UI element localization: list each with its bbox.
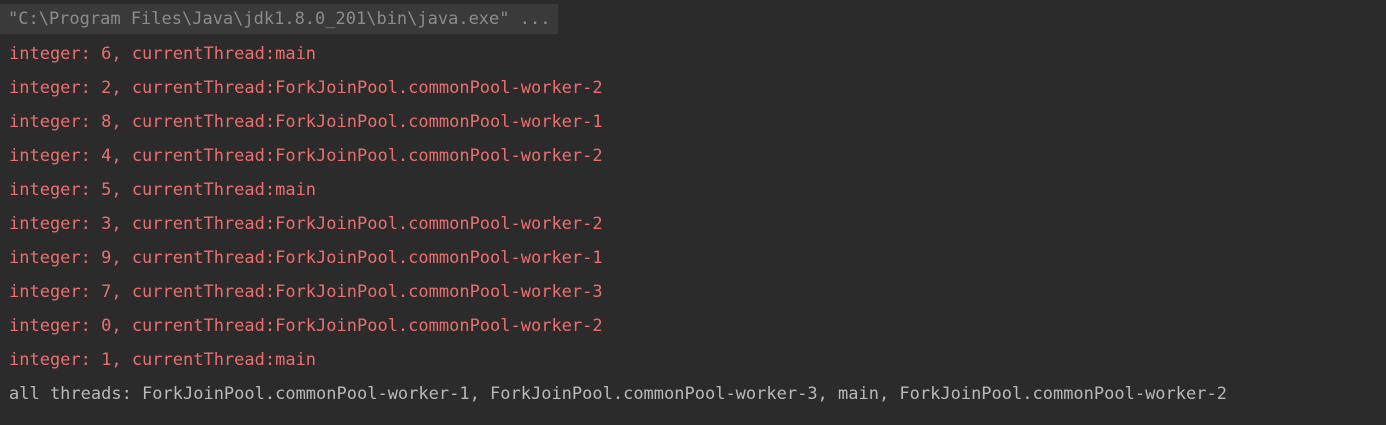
run-command-line[interactable]: "C:\Program Files\Java\jdk1.8.0_201\bin\… xyxy=(0,4,559,34)
console-line: integer: 1, currentThread:main xyxy=(9,350,317,370)
console-line: integer: 5, currentThread:main xyxy=(9,180,317,200)
console-summary-line: all threads: ForkJoinPool.commonPool-wor… xyxy=(9,384,1227,404)
console-line: integer: 4, currentThread:ForkJoinPool.c… xyxy=(9,146,603,166)
console-line: integer: 8, currentThread:ForkJoinPool.c… xyxy=(9,112,603,132)
console-line: integer: 0, currentThread:ForkJoinPool.c… xyxy=(9,316,603,336)
console-line: integer: 9, currentThread:ForkJoinPool.c… xyxy=(9,248,603,268)
console-line: integer: 6, currentThread:main xyxy=(9,44,317,64)
console-line: integer: 3, currentThread:ForkJoinPool.c… xyxy=(9,214,603,234)
console-output: integer: 6, currentThread:main integer: … xyxy=(9,37,1227,411)
console-line: integer: 7, currentThread:ForkJoinPool.c… xyxy=(9,282,603,302)
console-line: integer: 2, currentThread:ForkJoinPool.c… xyxy=(9,78,603,98)
run-console[interactable]: "C:\Program Files\Java\jdk1.8.0_201\bin\… xyxy=(0,0,1386,425)
